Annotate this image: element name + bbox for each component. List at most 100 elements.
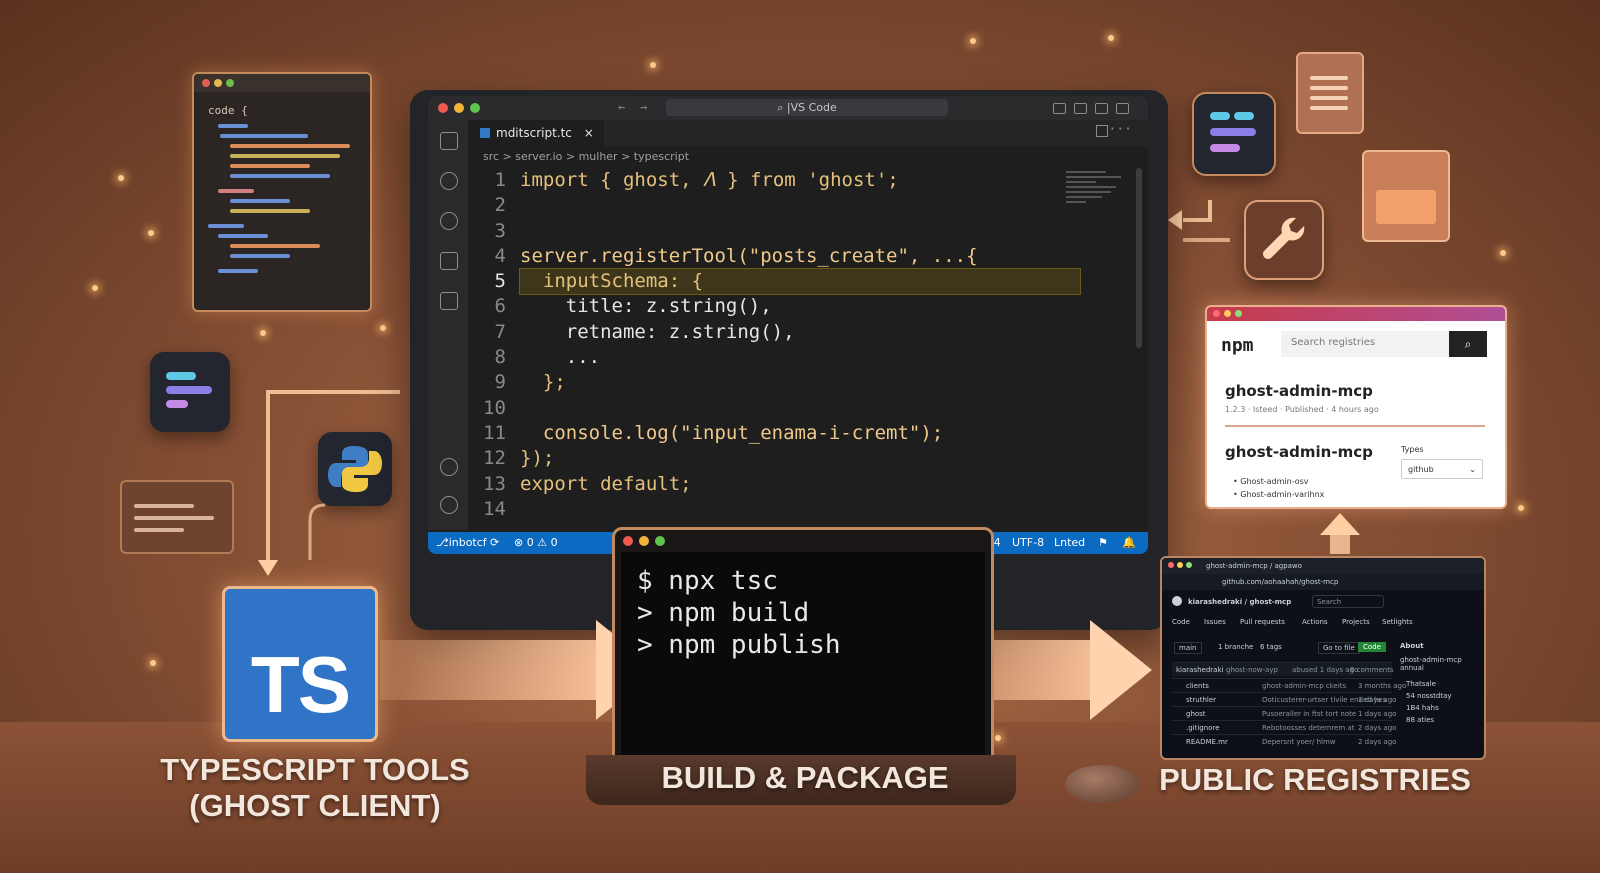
- source-control-icon[interactable]: [440, 212, 458, 230]
- url-field[interactable]: github.com/aohaahah/ghost-mcp: [1222, 578, 1338, 586]
- toggle-secondary-sidebar-icon[interactable]: [1095, 103, 1108, 114]
- npm-logo[interactable]: npm: [1221, 335, 1254, 356]
- settings-gear-icon[interactable]: [440, 496, 458, 514]
- tab-code[interactable]: Code: [1172, 618, 1190, 626]
- code-line[interactable]: ...: [520, 345, 1080, 370]
- minimize-button[interactable]: [454, 103, 464, 113]
- github-logo-icon[interactable]: [1172, 596, 1182, 606]
- file-row[interactable]: ghost Pusoeraller in ftst tort note 1 da…: [1172, 706, 1396, 720]
- code-line[interactable]: title: z.string(),: [520, 294, 1080, 319]
- file-row[interactable]: struthler Ooticusterer-urtser tivile end…: [1172, 692, 1396, 706]
- go-to-file-button[interactable]: Go to file: [1318, 642, 1360, 654]
- sync-icon[interactable]: ⟳: [490, 532, 499, 554]
- package-bullet: • Ghost-admin-osv: [1233, 477, 1309, 486]
- line-number: 5: [494, 270, 506, 293]
- code-line[interactable]: };: [520, 370, 1080, 395]
- npm-search-input[interactable]: Search registries: [1281, 331, 1449, 357]
- code-button[interactable]: Code: [1358, 642, 1386, 652]
- account-icon[interactable]: [440, 458, 458, 476]
- about-item[interactable]: Thatsale: [1406, 680, 1436, 688]
- terminal-line: $ npx tsc: [637, 566, 778, 596]
- npm-search-button[interactable]: ⌕: [1449, 331, 1487, 357]
- github-search-input[interactable]: Search: [1312, 595, 1384, 608]
- divider: [1225, 425, 1485, 427]
- browser-tab[interactable]: ghost-admin-mcp / agpawo: [1206, 562, 1302, 570]
- editor-tab[interactable]: mditscript.tc ×: [468, 120, 604, 146]
- file-row[interactable]: .gitignore Rebotoosses deternrem at 2 da…: [1172, 720, 1396, 734]
- file-commit-msg: Rebotoosses deternrem at: [1262, 724, 1355, 732]
- commit-message[interactable]: ghost-now-ayp: [1226, 666, 1278, 674]
- back-arrow-icon[interactable]: ←: [618, 100, 625, 114]
- code-line[interactable]: server.registerTool("posts_create", ...{: [520, 244, 1080, 269]
- close-button[interactable]: [438, 103, 448, 113]
- forward-arrow-icon[interactable]: →: [640, 100, 647, 114]
- file-name[interactable]: README.mr: [1186, 738, 1228, 746]
- computer-mouse: [1065, 765, 1139, 803]
- file-time: 3 months ago: [1358, 682, 1407, 690]
- extensions-icon[interactable]: [440, 292, 458, 310]
- code-line[interactable]: [520, 193, 1080, 218]
- code-line[interactable]: import { ghost, 𝛬 } from 'ghost';: [520, 168, 1080, 193]
- code-line[interactable]: console.log("input_enama-i-cremt");: [520, 421, 1080, 446]
- toggle-panel-icon[interactable]: [1074, 103, 1087, 114]
- scrollbar[interactable]: [1136, 168, 1142, 348]
- code-line[interactable]: export default;: [520, 472, 1080, 497]
- file-row[interactable]: README.mr Depersnt yoer/ hlmw 2 days ago: [1172, 734, 1396, 748]
- search-icon[interactable]: [440, 172, 458, 190]
- feedback-icon[interactable]: ⚑: [1098, 532, 1108, 554]
- code-line[interactable]: [520, 219, 1080, 244]
- tab-insights[interactable]: Setlights: [1382, 618, 1413, 626]
- file-commit-msg: Depersnt yoer/ hlmw: [1262, 738, 1336, 746]
- branches-count[interactable]: 1 branche: [1218, 643, 1253, 651]
- code-line-active[interactable]: inputSchema: {: [519, 268, 1081, 296]
- types-label: Types: [1401, 445, 1424, 454]
- code-editor[interactable]: import { ghost, 𝛬 } from 'ghost'; server…: [519, 168, 1081, 522]
- menu-app-icon: [1192, 92, 1276, 176]
- notifications-bell-icon[interactable]: 🔔: [1122, 532, 1136, 554]
- command-search[interactable]: ⌕ |VS Code: [666, 99, 948, 116]
- minimap[interactable]: [1066, 168, 1130, 226]
- line-number: 10: [483, 396, 506, 419]
- code-line[interactable]: });: [520, 446, 1080, 471]
- branch-select[interactable]: main: [1174, 642, 1202, 654]
- tab-close-icon[interactable]: ×: [584, 126, 594, 140]
- tab-issues[interactable]: Issues: [1204, 618, 1226, 626]
- types-select[interactable]: github ⌄: [1401, 459, 1483, 479]
- more-actions-icon[interactable]: ···: [1109, 122, 1132, 137]
- code-line[interactable]: [520, 497, 1080, 522]
- file-row[interactable]: clients ghost-admin-mcp ckeits 3 months …: [1172, 678, 1406, 692]
- code-line[interactable]: [520, 396, 1080, 421]
- file-name[interactable]: .gitignore: [1186, 724, 1220, 732]
- tab-actions[interactable]: Actions: [1302, 618, 1328, 626]
- package-title[interactable]: ghost-admin-mcp: [1225, 382, 1373, 400]
- file-name[interactable]: clients: [1186, 682, 1209, 690]
- run-debug-icon[interactable]: [440, 252, 458, 270]
- status-linter[interactable]: Lnted: [1054, 532, 1085, 554]
- code-line[interactable]: retname: z.string(),: [520, 320, 1080, 345]
- status-branch[interactable]: ⎇ inbotcf: [436, 532, 487, 554]
- repo-name[interactable]: kiarashedraki / ghost-mcp: [1188, 598, 1291, 606]
- commit-count[interactable]: 8 comments: [1350, 666, 1394, 674]
- about-item[interactable]: 54 nosstdtay: [1406, 692, 1452, 700]
- commit-user[interactable]: kiarashedraki: [1176, 666, 1223, 674]
- menu-bar: [1210, 128, 1256, 136]
- split-editor-icon[interactable]: [1096, 125, 1108, 137]
- tab-pull-requests[interactable]: Pull requests: [1240, 618, 1285, 626]
- toggle-sidebar-icon[interactable]: [1053, 103, 1066, 114]
- breadcrumb[interactable]: src > server.io > mulher > typescript: [483, 150, 689, 163]
- customize-layout-icon[interactable]: [1116, 103, 1129, 114]
- status-encoding[interactable]: UTF-8: [1012, 532, 1044, 554]
- file-name[interactable]: ghost: [1186, 710, 1206, 718]
- maximize-button[interactable]: [470, 103, 480, 113]
- doc-line: [1310, 76, 1348, 80]
- about-item[interactable]: 88 aties: [1406, 716, 1434, 724]
- file-time: 2 days ago: [1358, 738, 1397, 746]
- tab-projects[interactable]: Projects: [1342, 618, 1370, 626]
- tags-count[interactable]: 6 tags: [1260, 643, 1282, 651]
- about-item[interactable]: 1B4 hahs: [1406, 704, 1439, 712]
- status-problems[interactable]: ⊗ 0 ⚠ 0: [514, 532, 558, 554]
- typescript-logo-text: TS: [250, 640, 351, 729]
- explorer-icon[interactable]: [440, 132, 458, 150]
- file-name[interactable]: struthler: [1186, 696, 1216, 704]
- laptop-terminal: $ npx tsc > npm build > npm publish: [612, 527, 994, 761]
